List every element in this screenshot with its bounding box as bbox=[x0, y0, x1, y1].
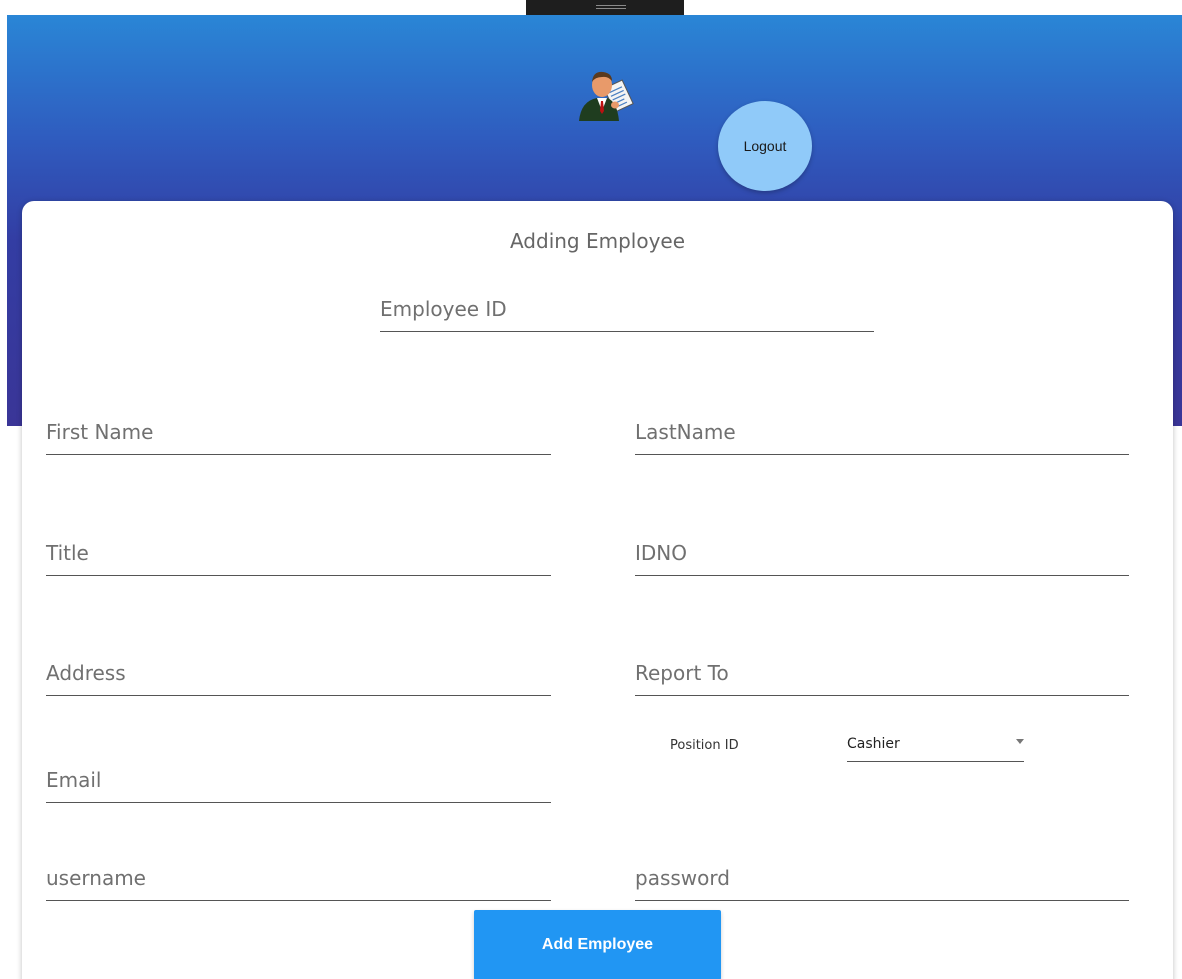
title-field[interactable]: Title bbox=[46, 536, 551, 576]
email-field[interactable]: Email bbox=[46, 763, 551, 803]
report-to-placeholder: Report To bbox=[635, 661, 729, 685]
employee-id-field[interactable]: Employee ID bbox=[380, 292, 874, 332]
add-employee-page: Logout Adding Employee Employee ID First… bbox=[0, 0, 1182, 979]
title-placeholder: Title bbox=[46, 541, 89, 565]
idno-placeholder: IDNO bbox=[635, 541, 688, 565]
position-id-label: Position ID bbox=[670, 738, 739, 753]
report-to-field[interactable]: Report To bbox=[635, 656, 1129, 696]
chevron-down-icon bbox=[1016, 739, 1024, 744]
last-name-placeholder: LastName bbox=[635, 420, 736, 444]
employee-form-card: Adding Employee Employee ID First Name L… bbox=[22, 201, 1173, 979]
add-employee-button[interactable]: Add Employee bbox=[474, 910, 721, 979]
position-id-select[interactable]: Cashier bbox=[847, 727, 1024, 762]
address-field[interactable]: Address bbox=[46, 656, 551, 696]
password-placeholder: password bbox=[635, 866, 730, 890]
businessman-avatar-icon bbox=[579, 71, 634, 121]
last-name-field[interactable]: LastName bbox=[635, 415, 1129, 455]
logout-button[interactable]: Logout bbox=[718, 101, 812, 191]
first-name-field[interactable]: First Name bbox=[46, 415, 551, 455]
idno-field[interactable]: IDNO bbox=[635, 536, 1129, 576]
form-title: Adding Employee bbox=[509, 229, 686, 253]
password-field[interactable]: password bbox=[635, 861, 1129, 901]
email-placeholder: Email bbox=[46, 768, 102, 792]
window-drag-handle[interactable] bbox=[526, 0, 684, 15]
first-name-placeholder: First Name bbox=[46, 420, 154, 444]
position-id-selected: Cashier bbox=[847, 736, 900, 752]
username-field[interactable]: username bbox=[46, 861, 551, 901]
employee-id-placeholder: Employee ID bbox=[380, 297, 507, 321]
username-placeholder: username bbox=[46, 866, 146, 890]
address-placeholder: Address bbox=[46, 661, 126, 685]
